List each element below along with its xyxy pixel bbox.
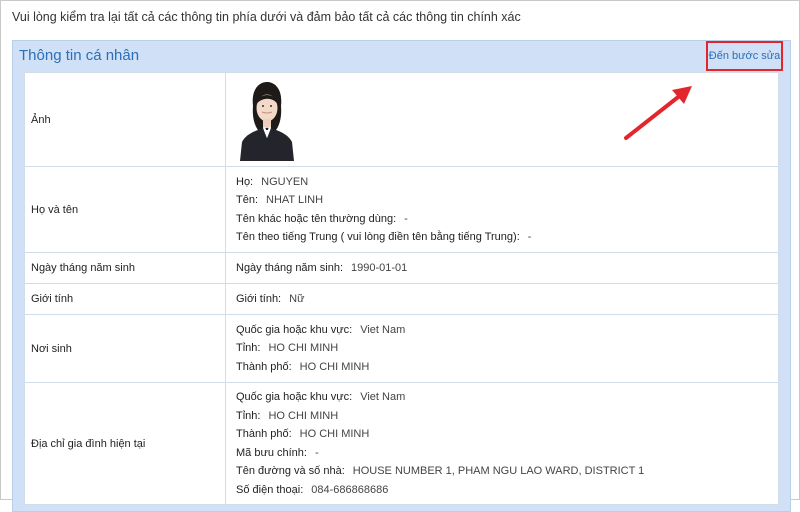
row-current-address: Địa chỉ gia đình hiện tại Quốc gia hoặc … (24, 382, 779, 505)
field-line: Tên đường và số nhà: HOUSE NUMBER 1, PHAM… (236, 462, 768, 481)
field-key: Thành phố: (236, 428, 292, 440)
field-key: Quốc gia hoặc khu vực: (236, 391, 353, 403)
field-line: Quốc gia hoặc khu vực: Viet Nam (236, 321, 768, 340)
field-line: Ngày tháng năm sinh: 1990-01-01 (236, 259, 768, 278)
field-key: Ngày tháng năm sinh: (236, 261, 344, 274)
field-key: Số điện thoại: (236, 483, 304, 496)
field-line: Mã bưu chính: - (236, 444, 768, 463)
field-value: HO CHI MINH (268, 342, 339, 355)
value-cell: Họ: NGUYEN Tên: NHAT LINH Tên khác hoặc tê… (225, 166, 779, 253)
field-line: Tên khác hoặc tên thường dùng: - (236, 210, 768, 229)
value-cell: Giới tính: Nữ (225, 283, 779, 315)
field-value: Viet Nam (360, 391, 406, 403)
photo-cell (225, 72, 779, 167)
row-label: Ngày tháng năm sinh (24, 252, 226, 284)
row-gender: Giới tính Giới tính: Nữ (24, 283, 779, 315)
go-to-edit-button[interactable]: Đến bước sửa (706, 41, 783, 71)
field-key: Tên đường và số nhà: (236, 465, 345, 477)
field-value: - (527, 231, 532, 243)
field-line: Tỉnh: HO CHI MINH (236, 339, 768, 358)
field-value: 1990-01-01 (351, 261, 408, 274)
field-line: Tên: NHAT LINH (236, 191, 768, 210)
field-line: Thành phố: HO CHI MINH (236, 358, 768, 377)
field-key: Quốc gia hoặc khu vực: (236, 323, 353, 336)
row-birthplace: Nơi sinh Quốc gia hoặc khu vực: Viet Nam … (24, 314, 779, 383)
personal-info-table: Ảnh Họ và tên Họ: NGUYEN Tên: NHAT LINH … (24, 72, 779, 505)
row-label: Nơi sinh (24, 314, 226, 383)
value-cell: Quốc gia hoặc khu vực: Viet Nam Tỉnh: HO C… (225, 314, 779, 383)
field-key: Tỉnh: (236, 342, 261, 355)
instruction-notice: Vui lòng kiểm tra lại tất cả các thông t… (12, 10, 521, 24)
portrait-photo (236, 78, 298, 161)
section-title: Thông tin cá nhân (19, 47, 140, 64)
field-key: Tên theo tiếng Trung ( vui lòng điền tên… (236, 231, 520, 243)
personal-info-section: Thông tin cá nhân Đến bước sửa Ảnh Họ và… (12, 40, 791, 512)
field-key: Họ: (236, 175, 254, 188)
value-cell: Ngày tháng năm sinh: 1990-01-01 (225, 252, 779, 284)
field-value: HO CHI MINH (299, 428, 370, 440)
field-key: Giới tính: (236, 292, 282, 305)
field-value: HO CHI MINH (299, 360, 370, 373)
row-label: Họ và tên (24, 166, 226, 253)
row-label: Giới tính (24, 283, 226, 315)
field-line: Quốc gia hoặc khu vực: Viet Nam (236, 388, 768, 407)
row-full-name: Họ và tên Họ: NGUYEN Tên: NHAT LINH Tên kh… (24, 166, 779, 253)
field-line: Thành phố: HO CHI MINH (236, 425, 768, 444)
field-value: - (404, 212, 408, 225)
field-line: Tỉnh: HO CHI MINH (236, 407, 768, 426)
value-cell: Quốc gia hoặc khu vực: Viet Nam Tỉnh: HO C… (225, 382, 779, 505)
field-line: Tên theo tiếng Trung ( vui lòng điền tên… (236, 228, 768, 247)
field-value: Viet Nam (360, 323, 406, 336)
row-photo: Ảnh (24, 72, 779, 167)
field-value: HO CHI MINH (268, 409, 339, 422)
row-label: Ảnh (24, 72, 226, 167)
field-key: Tên: (236, 194, 259, 206)
field-line: Giới tính: Nữ (236, 290, 768, 309)
field-value: HOUSE NUMBER 1, PHAM NGU LAO WARD, DISTR… (352, 465, 645, 477)
field-key: Tên khác hoặc tên thường dùng: (236, 212, 397, 225)
field-key: Tỉnh: (236, 409, 261, 422)
field-key: Thành phố: (236, 360, 292, 373)
field-value: - (314, 446, 319, 459)
field-value: NGUYEN (261, 175, 309, 188)
field-line: Số điện thoại: 084-686868686 (236, 481, 768, 500)
field-value: Nữ (289, 292, 305, 305)
row-date-of-birth: Ngày tháng năm sinh Ngày tháng năm sinh:… (24, 252, 779, 284)
field-value: 084-686868686 (311, 483, 389, 496)
field-key: Mã bưu chính: (236, 446, 307, 459)
row-label: Địa chỉ gia đình hiện tại (24, 382, 226, 505)
field-line: Họ: NGUYEN (236, 173, 768, 192)
field-value: NHAT LINH (266, 194, 324, 206)
